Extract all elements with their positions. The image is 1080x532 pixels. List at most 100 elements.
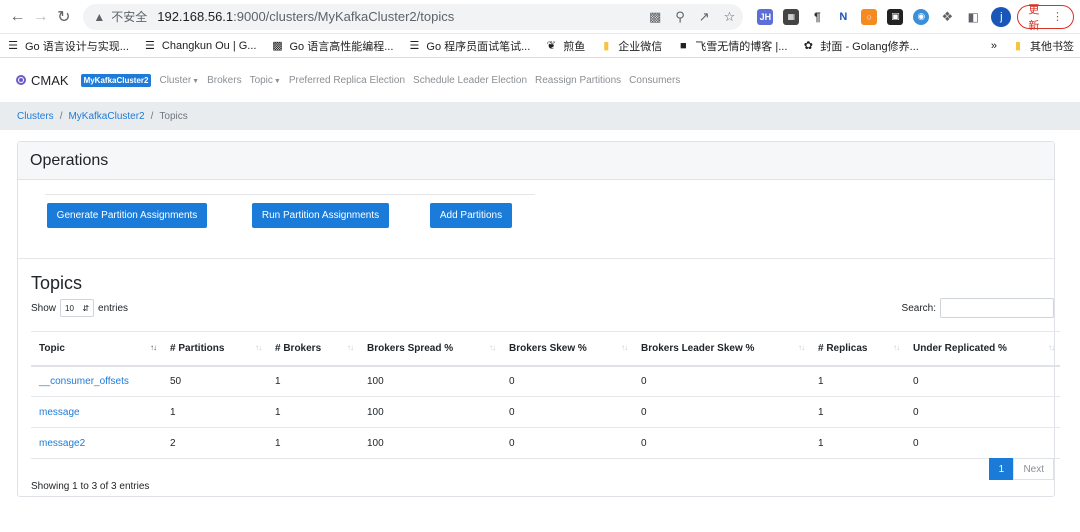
dark-extension-icon[interactable]: ▣ xyxy=(887,8,904,25)
update-button[interactable]: 更新 ⋮ xyxy=(1017,4,1074,32)
folder-icon: ▮ xyxy=(1014,40,1022,52)
entries-select[interactable]: 10 ⇵ xyxy=(60,299,95,317)
table-cell: 0 xyxy=(905,427,1060,459)
column-header[interactable]: # Partitions ↑↓ xyxy=(162,331,267,367)
table-cell: 0 xyxy=(905,396,1060,428)
sort-icon: ↑↓ xyxy=(798,343,805,352)
cluster-badge[interactable]: MyKafkaCluster2 xyxy=(80,73,152,87)
operations-title: Operations xyxy=(30,151,109,169)
table-cell: 1 xyxy=(162,396,267,428)
table-header-row: Topic ↑↓ # Partitions ↑↓ # Brokers ↑↓ Brokers … xyxy=(31,331,1060,367)
nav-brokers[interactable]: Brokers xyxy=(207,75,241,86)
search-input[interactable] xyxy=(940,298,1054,318)
globe-extension-icon[interactable]: ◉ xyxy=(913,8,930,25)
zoom-icon[interactable]: ⚲ xyxy=(675,9,685,25)
bookmark-item[interactable]: ☰ Go 语言设计与实现... xyxy=(6,38,129,54)
insecure-label: 不安全 xyxy=(111,10,148,24)
bookmark-item[interactable]: ☰ Go 程序员面试笔试... xyxy=(407,38,530,54)
page-1-button[interactable]: 1 xyxy=(989,458,1014,480)
fish-icon: ❦ xyxy=(546,40,556,52)
kebab-menu-icon: ⋮ xyxy=(1052,11,1063,23)
entries-label: entries xyxy=(98,302,129,314)
divider xyxy=(18,258,1054,259)
jh-extension-icon[interactable]: JH xyxy=(757,8,774,25)
main-card: Operations Generate Partition Assignment… xyxy=(17,141,1060,497)
breadcrumb-cluster[interactable]: MyKafkaCluster2 xyxy=(68,111,144,122)
table-cell: 1 xyxy=(810,365,905,397)
url-host: 192.168.56.1 xyxy=(157,9,234,24)
app-navbar: CMAK MyKafkaCluster2 Cluster▼ Brokers To… xyxy=(0,58,1080,102)
search-label: Search: xyxy=(901,302,936,314)
nav-reassign-partitions[interactable]: Reassign Partitions xyxy=(535,75,621,86)
bookmark-item[interactable]: ✿ 封面 - Golang修养... xyxy=(801,38,919,54)
reload-icon[interactable]: ↻ xyxy=(52,4,75,30)
show-label: Show xyxy=(31,302,57,314)
qr-extension-icon[interactable]: ▦ xyxy=(783,8,800,25)
address-bar[interactable]: ▲ 不安全 192.168.56.1:9000/clusters/MyKafka… xyxy=(83,3,744,30)
column-header[interactable]: # Brokers ↑↓ xyxy=(267,331,359,367)
bookmark-item[interactable]: ■ 飞雪无情的博客 |... xyxy=(676,38,787,54)
profile-avatar[interactable]: j xyxy=(991,6,1012,27)
column-header[interactable]: Brokers Skew % ↑↓ xyxy=(501,331,633,367)
topic-link[interactable]: message xyxy=(39,407,80,418)
bookmark-label: Go 语言设计与实现... xyxy=(25,40,129,53)
star-icon[interactable]: ☆ xyxy=(724,9,736,25)
topic-link[interactable]: __consumer_offsets xyxy=(39,376,129,387)
nav-consumers[interactable]: Consumers xyxy=(629,75,680,86)
leaf-icon: ✿ xyxy=(803,40,813,52)
run-partition-assignments-button[interactable]: Run Partition Assignments xyxy=(252,203,389,228)
caret-down-icon: ▼ xyxy=(192,77,200,85)
bookmark-label: 封面 - Golang修养... xyxy=(820,40,919,53)
sort-icon: ↑↓ xyxy=(1048,343,1055,352)
share-icon[interactable]: ↗ xyxy=(699,9,710,25)
sidepanel-icon[interactable]: ◧ xyxy=(965,8,982,25)
brand[interactable]: CMAK xyxy=(16,73,69,88)
pilcrow-extension-icon[interactable]: ¶ xyxy=(809,8,826,25)
other-bookmarks[interactable]: ▮ 其他书签 xyxy=(1011,38,1074,54)
column-header[interactable]: # Replicas ↑↓ xyxy=(810,331,905,367)
topics-title: Topics xyxy=(31,273,83,293)
column-header[interactable]: Brokers Leader Skew % ↑↓ xyxy=(633,331,810,367)
translate-icon[interactable]: ▩ xyxy=(649,9,661,25)
bookmark-item[interactable]: ▮ 企业微信 xyxy=(599,38,662,54)
column-header[interactable]: Under Replicated % ↑↓ xyxy=(905,331,1060,367)
more-bookmarks-button[interactable]: » xyxy=(991,40,997,52)
lines-icon: ☰ xyxy=(409,40,420,52)
updown-icon: ⇵ xyxy=(82,303,90,313)
breadcrumb-separator: / xyxy=(150,110,154,122)
caret-down-icon: ▼ xyxy=(273,77,281,85)
table-controls: Show 10 ⇵ entries Search: xyxy=(18,296,1054,320)
topic-link[interactable]: message2 xyxy=(39,438,85,449)
forward-icon[interactable]: → xyxy=(29,4,52,30)
nav-schedule-leader-election[interactable]: Schedule Leader Election xyxy=(413,75,527,86)
nav-cluster[interactable]: Cluster▼ xyxy=(159,75,199,86)
table-cell: 50 xyxy=(162,365,267,397)
add-partitions-button[interactable]: Add Partitions xyxy=(430,203,512,228)
sort-icon: ↑↓ xyxy=(255,343,262,352)
back-icon[interactable]: ← xyxy=(6,4,29,30)
table-cell: 1 xyxy=(267,427,359,459)
nav-topic-label: Topic xyxy=(249,74,273,86)
column-header[interactable]: Topic ↑↓ xyxy=(31,331,162,367)
breadcrumb: Clusters / MyKafkaCluster2 / Topics xyxy=(0,102,1080,130)
generate-partition-assignments-button[interactable]: Generate Partition Assignments xyxy=(47,203,207,228)
nav-topic[interactable]: Topic▼ xyxy=(250,75,281,86)
table-cell: 0 xyxy=(501,427,633,459)
table-row: message 1 1 100 0 0 1 0 xyxy=(31,396,1060,428)
orange-extension-icon[interactable]: ○ xyxy=(861,8,878,25)
table-row: __consumer_offsets 50 1 100 0 0 1 0 xyxy=(31,365,1060,397)
column-header[interactable]: Brokers Spread % ↑↓ xyxy=(359,331,501,367)
bookmark-item[interactable]: ❦ 煎鱼 xyxy=(544,38,586,54)
breadcrumb-current: Topics xyxy=(159,110,188,122)
warning-icon: ▲ xyxy=(93,9,106,24)
breadcrumb-clusters[interactable]: Clusters xyxy=(17,111,54,122)
table-cell: 1 xyxy=(267,396,359,428)
next-page-button[interactable]: Next xyxy=(1013,458,1054,480)
bookmark-item[interactable]: ☰ Changkun Ou | G... xyxy=(143,39,257,53)
bookmark-item[interactable]: ▩ Go 语言高性能编程... xyxy=(270,38,393,54)
column-header-label: Brokers Skew % xyxy=(509,342,587,354)
nav-preferred-replica-election[interactable]: Preferred Replica Election xyxy=(289,75,405,86)
puzzle-icon[interactable]: ❖ xyxy=(939,8,956,25)
n-extension-icon[interactable]: N xyxy=(835,8,852,25)
column-header-label: # Partitions xyxy=(170,342,225,354)
